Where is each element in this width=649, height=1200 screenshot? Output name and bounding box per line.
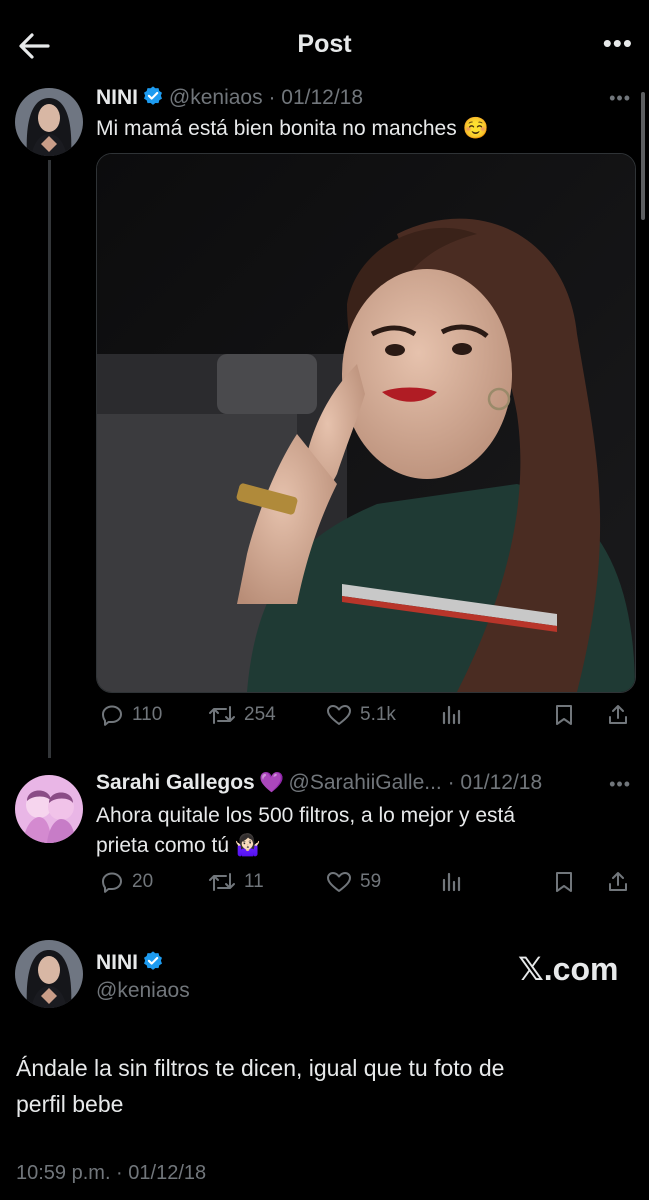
- share-icon: [606, 703, 630, 727]
- like-button[interactable]: 59: [326, 870, 381, 894]
- top-bar: Post •••: [0, 0, 649, 82]
- repost-button[interactable]: 254: [208, 703, 276, 727]
- reply-count: 110: [132, 704, 163, 725]
- handle-date: @keniaos · 01/12/18: [168, 86, 364, 109]
- share-button[interactable]: [606, 870, 630, 894]
- more-options-icon[interactable]: •••: [603, 28, 633, 59]
- reply-header: Sarahi Gallegos 💜 @SarahiiGalle... · 01/…: [96, 770, 542, 795]
- thread-line: [48, 160, 51, 758]
- like-button[interactable]: 5.1k: [326, 703, 396, 727]
- reply-more-icon[interactable]: •••: [609, 774, 631, 795]
- share-icon: [606, 870, 630, 894]
- bookmark-button[interactable]: [552, 703, 576, 727]
- page-title: Post: [297, 30, 352, 58]
- reply-text-line-2: prieta como tú 🤷🏻‍♀️: [96, 834, 262, 857]
- heart-icon: [326, 703, 352, 727]
- repost-icon: [208, 870, 236, 894]
- author-name[interactable]: Sarahi Gallegos: [96, 771, 255, 794]
- reply-actions: 20 11 59: [96, 870, 636, 900]
- handle: @keniaos: [96, 979, 190, 1002]
- bookmark-icon: [552, 703, 576, 727]
- avatar[interactable]: [15, 940, 83, 1008]
- share-button[interactable]: [606, 703, 630, 727]
- post-more-icon[interactable]: •••: [609, 88, 631, 109]
- views-icon: [440, 870, 464, 894]
- bookmark-icon: [552, 870, 576, 894]
- main-post-header: NINI: [96, 950, 164, 977]
- verified-badge-icon: [142, 85, 164, 112]
- reply-button[interactable]: 110: [100, 703, 162, 727]
- post-text: Mi mamá está bien bonita no manches ☺️: [96, 117, 489, 140]
- author-name[interactable]: NINI: [96, 951, 138, 974]
- repost-count: 254: [244, 704, 276, 725]
- main-post-text: Ándale la sin filtros te dicen, igual qu…: [16, 1050, 504, 1122]
- reply-button[interactable]: 20: [100, 870, 153, 894]
- post-header: NINI @keniaos · 01/12/18: [96, 85, 363, 112]
- bookmark-button[interactable]: [552, 870, 576, 894]
- verified-badge-icon: [142, 950, 164, 977]
- reply-count: 20: [132, 871, 154, 892]
- avatar[interactable]: [15, 88, 83, 156]
- reply-icon: [100, 870, 124, 894]
- repost-button[interactable]: 11: [208, 870, 264, 894]
- main-post-text-line-1: Ándale la sin filtros te dicen, igual qu…: [16, 1055, 505, 1081]
- repost-count: 11: [244, 871, 264, 892]
- purple-heart-emoji: 💜: [259, 772, 285, 794]
- like-count: 5.1k: [360, 704, 396, 725]
- reply-text-line-1: Ahora quitale los 500 filtros, a lo mejo…: [96, 804, 516, 827]
- avatar[interactable]: [15, 775, 83, 843]
- reply-icon: [100, 703, 124, 727]
- handle-date: @SarahiiGalle... · 01/12/18: [288, 771, 543, 794]
- timestamp: 10:59 p.m. · 01/12/18: [16, 1162, 207, 1184]
- post-actions: 110 254 5.1k: [96, 703, 636, 733]
- views-button[interactable]: [440, 703, 464, 727]
- author-name[interactable]: NINI: [96, 86, 138, 109]
- scrollbar[interactable]: [641, 92, 645, 220]
- views-icon: [440, 703, 464, 727]
- post-photo[interactable]: [96, 153, 636, 693]
- x-watermark: 𝕏.com: [518, 951, 619, 987]
- like-count: 59: [360, 871, 382, 892]
- repost-icon: [208, 703, 236, 727]
- views-button[interactable]: [440, 870, 464, 894]
- main-post-text-line-2: perfil bebe: [16, 1091, 124, 1117]
- heart-icon: [326, 870, 352, 894]
